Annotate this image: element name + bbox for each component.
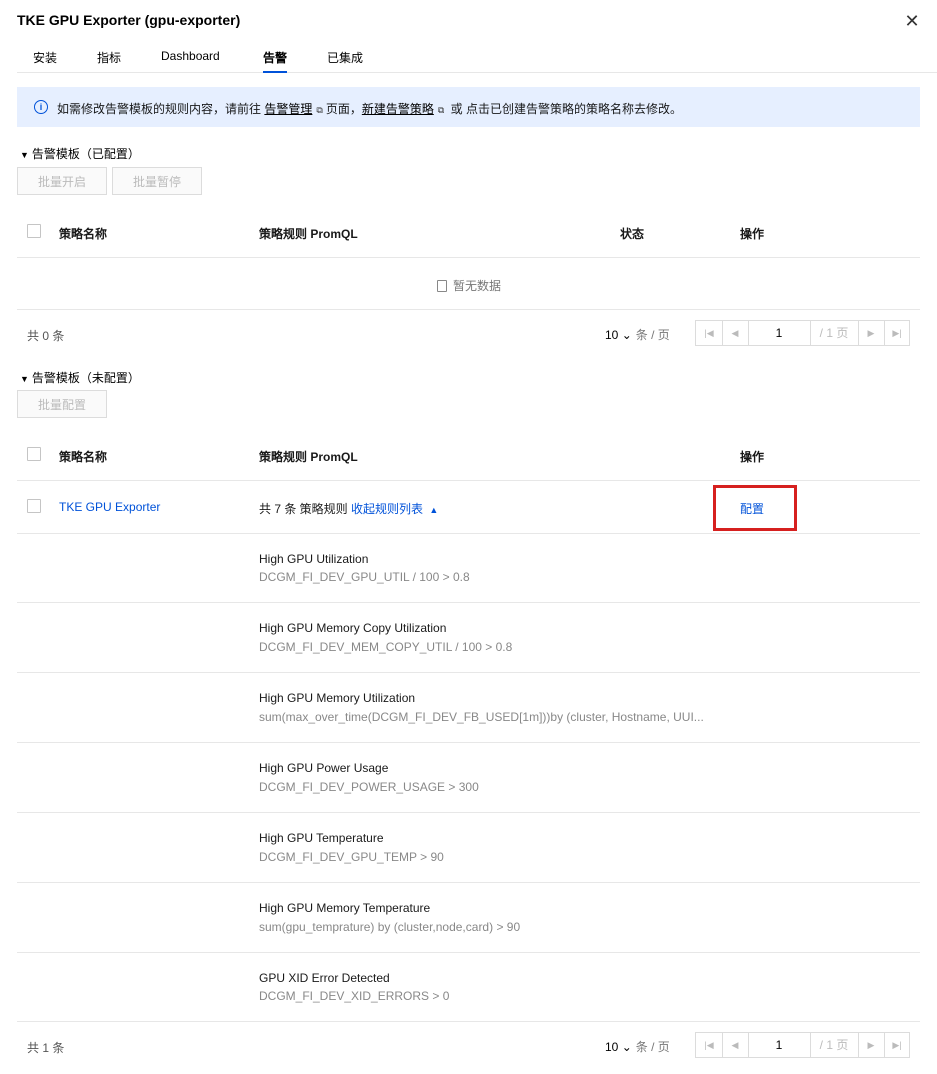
chevron-down-icon: ⌄ — [621, 328, 632, 342]
column-header-promql: 策略规则 PromQL — [259, 227, 358, 241]
rule-name: High GPU Utilization — [259, 552, 369, 566]
column-header-name: 策略名称 — [59, 227, 108, 241]
last-page-icon[interactable]: ▶| — [884, 321, 910, 345]
divider — [17, 480, 920, 481]
column-header-promql: 策略规则 PromQL — [259, 450, 358, 464]
column-header-name: 策略名称 — [59, 450, 108, 464]
configured-section-title: 告警模板（已配置） — [31, 147, 140, 161]
divider — [17, 952, 920, 953]
configured-section-toggle[interactable]: ▼ 告警模板（已配置） — [20, 145, 140, 162]
policy-name-link[interactable]: TKE GPU Exporter — [59, 500, 160, 514]
unconfigured-section-toggle[interactable]: ▼ 告警模板（未配置） — [20, 369, 140, 386]
rule-expression: DCGM_FI_DEV_XID_ERRORS > 0 — [259, 989, 450, 1003]
page-size-value: 10 — [605, 328, 619, 342]
tab-integrated[interactable]: 已集成 — [327, 49, 363, 71]
batch-config-button[interactable]: 批量配置 — [17, 390, 107, 418]
tab-bar: 安装 指标 Dashboard 告警 已集成 — [17, 44, 937, 73]
rule-summary: 共 7 条 策略规则 收起规则列表 ▲ — [259, 500, 438, 517]
empty-text: 暂无数据 — [453, 279, 502, 293]
divider — [17, 1021, 920, 1022]
last-page-icon[interactable]: ▶| — [884, 1033, 910, 1057]
empty-state: 暂无数据 — [437, 277, 501, 294]
select-all-checkbox[interactable] — [27, 447, 41, 461]
rule-name: High GPU Temperature — [259, 831, 384, 845]
page-input[interactable]: 1 — [748, 1033, 811, 1057]
total-count: 共 0 条 — [27, 329, 65, 343]
page-size-select[interactable]: 10 ⌄ 条 / 页 — [605, 1038, 670, 1055]
document-icon — [437, 280, 447, 292]
rule-expression: sum(max_over_time(DCGM_FI_DEV_FB_USED[1m… — [259, 710, 704, 724]
next-page-icon[interactable]: ▶ — [858, 1033, 885, 1057]
caret-up-icon[interactable]: ▲ — [429, 505, 438, 515]
notice-middle: 页面， — [325, 102, 362, 116]
external-link-icon: ⧉ — [437, 105, 445, 115]
notice-suffix: 或 点击已创建告警策略的策略名称去修改。 — [450, 102, 682, 116]
first-page-icon[interactable]: |◀ — [696, 321, 723, 345]
unconfigured-section-title: 告警模板（未配置） — [31, 371, 140, 385]
divider — [17, 533, 920, 534]
tab-install[interactable]: 安装 — [33, 49, 57, 71]
caret-down-icon: ▼ — [20, 374, 29, 384]
info-notice: i 如需修改告警模板的规则内容，请前往 告警管理 ⧉ 页面，新建告警策略 ⧉ 或 点击… — [17, 87, 920, 127]
select-all-checkbox[interactable] — [27, 224, 41, 238]
rule-name: High GPU Power Usage — [259, 761, 389, 775]
divider — [17, 812, 920, 813]
divider — [17, 602, 920, 603]
prev-page-icon[interactable]: ◀ — [722, 321, 749, 345]
total-count: 共 1 条 — [27, 1041, 65, 1055]
batch-enable-button[interactable]: 批量开启 — [17, 167, 107, 195]
tab-alerts[interactable]: 告警 — [263, 49, 288, 73]
rule-expression: DCGM_FI_DEV_GPU_TEMP > 90 — [259, 850, 444, 864]
tab-metrics[interactable]: 指标 — [97, 49, 121, 71]
page-input[interactable]: 1 — [748, 321, 811, 345]
new-alert-policy-link[interactable]: 新建告警策略 — [362, 102, 434, 116]
info-icon: i — [34, 100, 48, 114]
page-size-unit: 条 / 页 — [635, 1040, 670, 1054]
alert-management-link[interactable]: 告警管理 — [264, 102, 312, 116]
external-link-icon: ⧉ — [316, 105, 323, 115]
divider — [17, 672, 920, 673]
first-page-icon[interactable]: |◀ — [696, 1033, 723, 1057]
rule-expression: sum(gpu_temprature) by (cluster,node,car… — [259, 920, 521, 934]
column-header-action: 操作 — [740, 450, 765, 464]
rule-expression: DCGM_FI_DEV_POWER_USAGE > 300 — [259, 780, 479, 794]
dialog-title: TKE GPU Exporter (gpu-exporter) — [17, 12, 241, 28]
next-page-icon[interactable]: ▶ — [858, 321, 885, 345]
rule-name: High GPU Memory Copy Utilization — [259, 621, 447, 635]
tab-dashboard[interactable]: Dashboard — [161, 49, 220, 71]
divider — [17, 257, 920, 258]
notice-text: 如需修改告警模板的规则内容，请前往 告警管理 ⧉ 页面，新建告警策略 ⧉ 或 点击已创… — [57, 100, 682, 117]
pagination: |◀ ◀ 1 / 1 页 ▶ ▶| — [695, 320, 910, 346]
divider — [17, 309, 920, 310]
divider — [17, 882, 920, 883]
rule-count: 共 7 条 策略规则 — [259, 502, 348, 516]
chevron-down-icon: ⌄ — [621, 1040, 632, 1054]
page-size-value: 10 — [605, 1040, 619, 1054]
batch-pause-button[interactable]: 批量暂停 — [112, 167, 202, 195]
page-total: / 1 页 — [810, 321, 859, 345]
page-size-unit: 条 / 页 — [635, 328, 670, 342]
pagination: |◀ ◀ 1 / 1 页 ▶ ▶| — [695, 1032, 910, 1058]
collapse-rules-link[interactable]: 收起规则列表 — [351, 502, 423, 516]
highlight-box — [713, 485, 797, 531]
page-size-select[interactable]: 10 ⌄ 条 / 页 — [605, 326, 670, 343]
caret-down-icon: ▼ — [20, 150, 29, 160]
rule-expression: DCGM_FI_DEV_GPU_UTIL / 100 > 0.8 — [259, 570, 470, 584]
column-header-status: 状态 — [620, 227, 645, 241]
dialog-header: TKE GPU Exporter (gpu-exporter) ✕ — [0, 0, 937, 44]
prev-page-icon[interactable]: ◀ — [722, 1033, 749, 1057]
column-header-action: 操作 — [740, 227, 765, 241]
rule-expression: DCGM_FI_DEV_MEM_COPY_UTIL / 100 > 0.8 — [259, 640, 513, 654]
close-icon[interactable]: ✕ — [903, 12, 921, 30]
rule-name: High GPU Memory Utilization — [259, 691, 416, 705]
divider — [17, 742, 920, 743]
rule-name: High GPU Memory Temperature — [259, 901, 431, 915]
rule-name: GPU XID Error Detected — [259, 971, 390, 985]
notice-prefix: 如需修改告警模板的规则内容，请前往 — [57, 102, 262, 116]
page-total: / 1 页 — [810, 1033, 859, 1057]
row-checkbox[interactable] — [27, 499, 41, 513]
